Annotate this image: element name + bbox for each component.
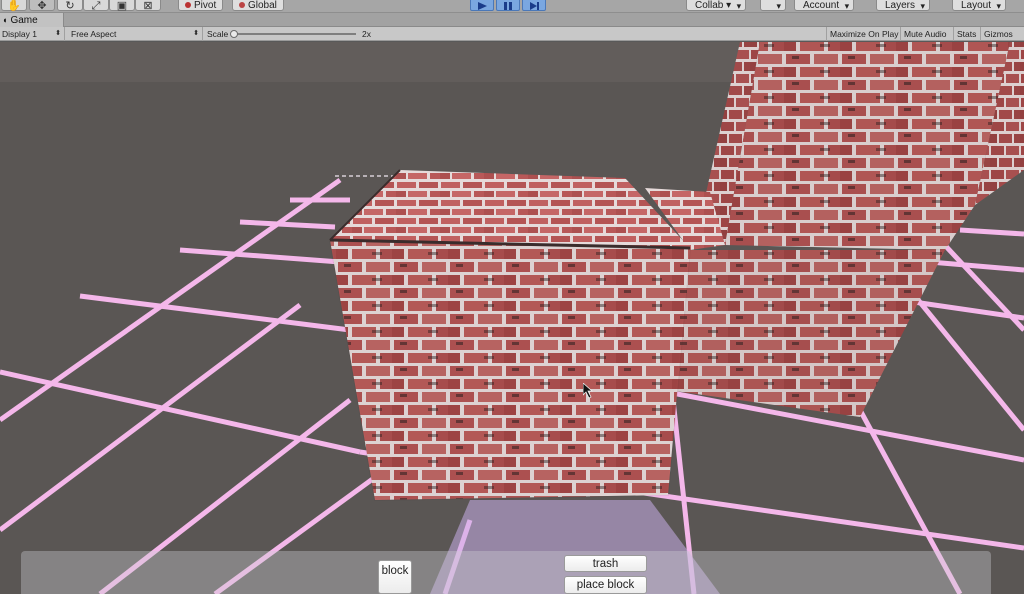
place-block-button[interactable]: place block	[564, 576, 647, 594]
move-tool-button[interactable]: ✥	[29, 0, 55, 12]
display-dropdown[interactable]: Display 1 ⬍	[0, 27, 65, 41]
pivot-toggle[interactable]: Pivot	[178, 0, 224, 11]
gizmos-dropdown[interactable]: Gizmos	[980, 27, 1016, 41]
rect-icon: ▣	[116, 0, 128, 12]
global-icon	[239, 2, 245, 8]
stats-label: Stats	[957, 29, 977, 39]
tab-game[interactable]: ◖ Game	[0, 13, 64, 27]
place-block-button-label: place block	[576, 579, 635, 591]
rotate-tool-button[interactable]: ↻	[57, 0, 83, 12]
aspect-label: Free Aspect	[71, 29, 117, 39]
play-button[interactable]	[470, 0, 494, 11]
account-dropdown[interactable]: Account	[794, 0, 855, 12]
aspect-dropdown[interactable]: Free Aspect ⬍	[69, 27, 203, 41]
pause-button[interactable]	[496, 0, 520, 11]
scale-tool-button[interactable]: ⤢	[83, 0, 109, 12]
game-ui-panel	[21, 551, 991, 594]
move-icon: ✥	[37, 0, 47, 12]
global-label: Global	[248, 0, 277, 11]
rect-tool-button[interactable]: ▣	[109, 0, 135, 12]
block-button-label: block	[381, 565, 409, 577]
global-toggle[interactable]: Global	[232, 0, 284, 11]
display-label: Display 1	[2, 29, 37, 39]
block-button[interactable]: block	[378, 560, 412, 594]
trash-button-label: trash	[592, 558, 619, 570]
cloud-button[interactable]	[760, 0, 786, 12]
scale-label: Scale	[207, 29, 229, 39]
trash-button[interactable]: trash	[564, 555, 647, 572]
game-view-options: Display 1 ⬍ Free Aspect ⬍ Scale 2x Maximiz…	[0, 27, 1024, 41]
tab-game-label: Game	[10, 15, 38, 26]
pivot-icon	[185, 2, 191, 8]
scale-slider[interactable]	[234, 33, 356, 35]
step-icon	[530, 2, 539, 10]
collab-label: Collab ▾	[695, 0, 732, 11]
scale-slider-thumb[interactable]	[230, 30, 238, 38]
mute-audio-label: Mute Audio	[904, 29, 947, 39]
display-arrow-icon: ⬍	[55, 30, 61, 37]
gizmos-label: Gizmos	[984, 29, 1013, 39]
layers-label: Layers	[885, 0, 916, 11]
step-button[interactable]	[522, 0, 546, 11]
collab-dropdown[interactable]: Collab ▾	[686, 0, 747, 12]
pivot-label: Pivot	[194, 0, 217, 11]
cursor-icon	[583, 383, 593, 399]
hand-tool-button[interactable]: ✋	[1, 0, 27, 12]
game-tab-icon: ◖	[2, 15, 8, 25]
layers-dropdown[interactable]: Layers	[876, 0, 931, 12]
aspect-arrow-icon: ⬍	[193, 30, 199, 37]
transform-icon: ⊠	[143, 0, 153, 12]
layout-label: Layout	[961, 0, 992, 11]
maximize-on-play-toggle[interactable]: Maximize On Play	[826, 27, 902, 41]
maximize-on-play-label: Maximize On Play	[830, 29, 899, 39]
stats-toggle[interactable]: Stats	[953, 27, 979, 41]
main-toolbar: ✋ ✥ ↻ ⤢ ▣ ⊠ Pivot Global Collab ▾ Accoun…	[0, 0, 1024, 13]
account-label: Account	[803, 0, 840, 11]
scene-render	[0, 42, 1024, 594]
play-icon	[478, 2, 487, 10]
scale-value: 2x	[362, 29, 371, 39]
brick-cube-front	[328, 169, 692, 502]
transform-tool-button[interactable]: ⊠	[135, 0, 161, 12]
mute-audio-toggle[interactable]: Mute Audio	[900, 27, 950, 41]
hand-icon: ✋	[7, 0, 21, 12]
game-viewport[interactable]: block trash place block	[0, 42, 1024, 594]
scale-icon: ⤢	[91, 0, 101, 12]
pause-icon	[504, 2, 512, 10]
rotate-icon: ↻	[65, 0, 75, 12]
tab-bar: ◖ Game	[0, 13, 1024, 27]
layout-dropdown[interactable]: Layout	[952, 0, 1007, 12]
